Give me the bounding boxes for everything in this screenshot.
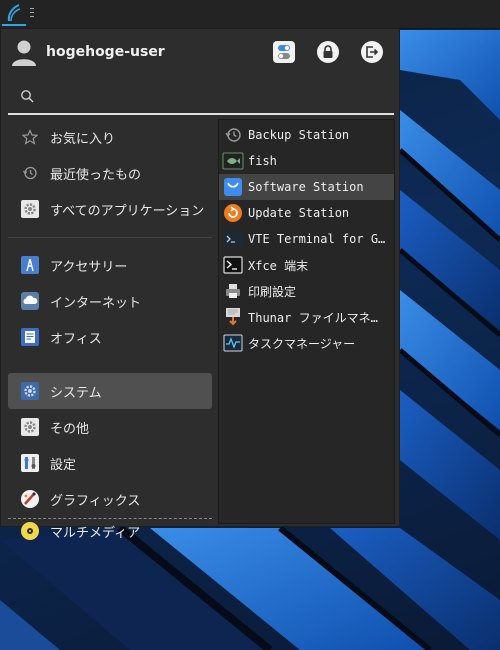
- document-icon: [20, 327, 40, 347]
- app-label: Xfce 端末: [248, 258, 309, 273]
- search-box: [8, 83, 394, 115]
- menu-header: hogehoge-user: [1, 29, 401, 79]
- category-label: お気に入り: [50, 131, 116, 147]
- category-graphics[interactable]: グラフィックス: [8, 481, 212, 517]
- app-backup-station[interactable]: Backup Station: [219, 122, 394, 148]
- lock-icon: [323, 45, 333, 58]
- search-input[interactable]: [42, 86, 386, 110]
- terminal-icon: [222, 228, 244, 250]
- top-panel: [0, 0, 500, 29]
- search-icon: [21, 90, 34, 103]
- history-icon: [20, 163, 40, 183]
- task-manager-icon: [222, 332, 244, 354]
- app-software-station[interactable]: Software Station: [219, 174, 394, 200]
- app-task-manager[interactable]: タスクマネージャー: [219, 330, 394, 356]
- gear-icon: [20, 381, 40, 401]
- category-label: インターネット: [50, 295, 142, 311]
- file-manager-icon: [222, 306, 244, 328]
- terminal-icon: [222, 254, 244, 276]
- category-multimedia[interactable]: マルチメディア: [8, 517, 212, 545]
- printer-icon: [222, 280, 244, 302]
- category-system[interactable]: システム: [8, 373, 212, 409]
- category-other[interactable]: その他: [8, 409, 212, 445]
- gear-icon: [20, 199, 40, 219]
- whisker-menu-button[interactable]: [2, 2, 26, 26]
- history-icon: [222, 124, 244, 146]
- logout-icon: [366, 46, 379, 58]
- disc-icon: [20, 521, 40, 541]
- lock-screen-button[interactable]: [317, 41, 339, 63]
- panel-handle-icon[interactable]: [30, 8, 34, 20]
- category-label: 設定: [50, 457, 77, 473]
- category-recent[interactable]: 最近使ったもの: [8, 155, 212, 191]
- divider: [8, 237, 212, 238]
- category-label: すべてのアプリケーション: [50, 203, 205, 219]
- app-xfce-terminal[interactable]: Xfce 端末: [219, 252, 394, 278]
- scroll-divider: [8, 518, 212, 519]
- category-internet[interactable]: インターネット: [8, 283, 212, 319]
- shopping-bag-icon: [222, 176, 244, 198]
- app-thunar[interactable]: Thunar ファイルマネ…: [219, 304, 394, 330]
- category-label: 最近使ったもの: [50, 167, 142, 183]
- category-office[interactable]: オフィス: [8, 319, 212, 355]
- category-list: お気に入り 最近使ったもの すべてのアプリケーション アクセサリー インターネッ…: [8, 119, 212, 541]
- cloud-icon: [20, 291, 40, 311]
- toggles-icon: [273, 41, 295, 63]
- app-label: VTE Terminal for G…: [248, 232, 386, 246]
- app-fish[interactable]: fish: [219, 148, 394, 174]
- category-label: グラフィックス: [50, 493, 141, 509]
- app-label: 印刷設定: [248, 284, 297, 299]
- app-print-settings[interactable]: 印刷設定: [219, 278, 394, 304]
- category-settings[interactable]: 設定: [8, 445, 212, 481]
- app-label: Thunar ファイルマネ…: [248, 310, 378, 325]
- category-label: アクセサリー: [50, 259, 128, 275]
- whisker-menu: hogehoge-user お気に入り 最近使ったもの すべてのアプリケーション…: [0, 28, 401, 541]
- category-favorites[interactable]: お気に入り: [8, 119, 212, 155]
- user-avatar-icon: [11, 39, 37, 67]
- settings-icon: [20, 453, 40, 473]
- star-icon: [20, 127, 40, 147]
- app-label: タスクマネージャー: [248, 336, 356, 351]
- logout-button[interactable]: [361, 41, 383, 63]
- app-label: Software Station: [248, 180, 364, 194]
- username: hogehoge-user: [46, 44, 165, 60]
- app-label: fish: [248, 154, 277, 168]
- category-label: その他: [50, 421, 90, 437]
- app-label: Backup Station: [248, 128, 350, 142]
- accessories-icon: [20, 255, 40, 275]
- app-launcher-icon: [7, 4, 21, 22]
- app-label: Update Station: [248, 206, 350, 220]
- category-accessories[interactable]: アクセサリー: [8, 247, 212, 283]
- category-label: オフィス: [50, 331, 102, 347]
- gear-icon: [20, 417, 40, 437]
- application-list: Backup Station fish Software Station Upd…: [218, 119, 395, 524]
- update-icon: [222, 202, 244, 224]
- category-all-applications[interactable]: すべてのアプリケーション: [8, 191, 212, 227]
- fish-terminal-icon: [222, 150, 244, 172]
- app-update-station[interactable]: Update Station: [219, 200, 394, 226]
- category-label: システム: [50, 385, 102, 401]
- palette-icon: [20, 489, 40, 509]
- app-vte-terminal[interactable]: VTE Terminal for G…: [219, 226, 394, 252]
- category-label: マルチメディア: [50, 525, 141, 541]
- settings-button[interactable]: [273, 41, 295, 63]
